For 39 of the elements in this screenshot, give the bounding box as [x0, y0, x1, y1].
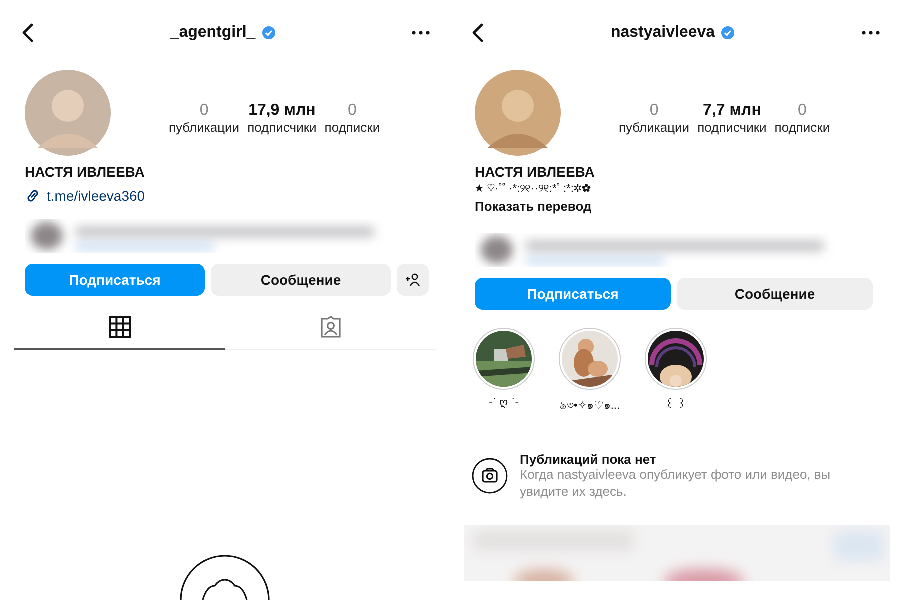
- add-person-icon: [405, 273, 421, 287]
- profile-name: НАСТЯ ИВЛЕЕВА: [475, 164, 596, 180]
- empty-title: Публикаций пока нет: [520, 452, 658, 467]
- back-icon[interactable]: [22, 23, 34, 43]
- person-tag-icon: [320, 316, 342, 338]
- empty-text: Когда nastyaivleeva опубликует фото или видео, вы увидите их здесь.: [520, 467, 832, 501]
- story-label: -ˋ ღ ˊ-: [489, 396, 519, 409]
- stat-label: публикации: [619, 120, 690, 134]
- story-label: ꒰ ꒱: [665, 398, 687, 411]
- stat-count: 0: [348, 102, 357, 120]
- grid-icon: [108, 316, 130, 338]
- username: _agentgirl_: [170, 24, 256, 42]
- more-icon[interactable]: [862, 31, 880, 35]
- stat-count: 17,9 млн: [248, 102, 316, 120]
- stat-label: подписки: [324, 120, 380, 134]
- translate-link[interactable]: Показать перевод: [475, 199, 886, 214]
- stat-count: 0: [200, 102, 209, 120]
- camera-icon: [472, 458, 508, 494]
- add-person-button[interactable]: [397, 264, 429, 296]
- link-icon: [25, 188, 41, 204]
- back-icon[interactable]: [472, 23, 484, 43]
- stat-label: публикации: [169, 120, 240, 134]
- story-button[interactable]: [473, 328, 535, 390]
- stat-count: 0: [798, 102, 807, 120]
- grid-tab[interactable]: [14, 316, 225, 350]
- username: nastyaivleeva: [610, 24, 716, 42]
- profile-link[interactable]: t.me/ivleeva360: [47, 188, 146, 204]
- stat-count: 0: [650, 102, 659, 120]
- story-label: ঌ৩•✧๑♡๑...: [560, 399, 620, 414]
- bio-text: ★ ♡·˚˚ ·*:୨୧··୨୧:*˚ :*:✲✿: [475, 183, 592, 195]
- more-icon[interactable]: [412, 31, 430, 35]
- stat-label: подписчики: [698, 120, 767, 134]
- profile-name: НАСТЯ ИВЛЕЕВА: [25, 164, 146, 180]
- stat-label: подписчики: [248, 120, 317, 134]
- stat-count: 7,7 млн: [703, 102, 762, 120]
- story-button[interactable]: [645, 328, 707, 390]
- message-button[interactable]: Сообщение: [677, 278, 873, 310]
- stat-label: подписки: [774, 120, 830, 134]
- message-button[interactable]: Сообщение: [211, 264, 391, 296]
